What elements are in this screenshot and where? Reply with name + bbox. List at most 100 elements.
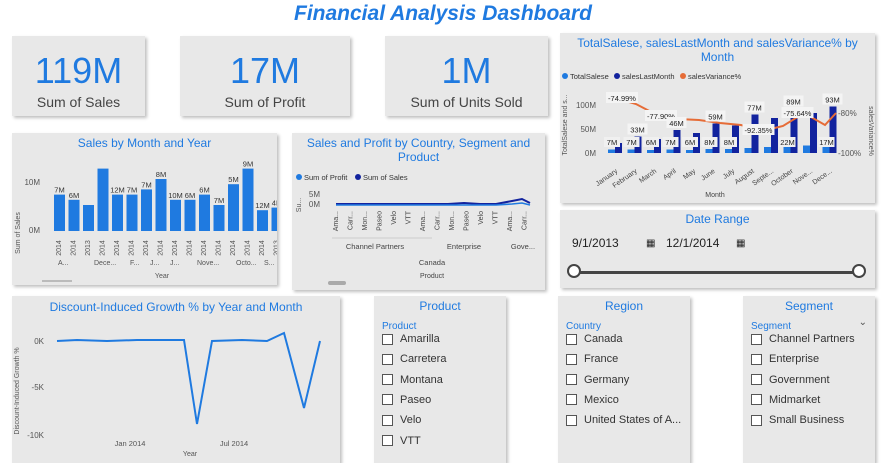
checkbox[interactable] (382, 374, 393, 386)
bar-total[interactable] (705, 149, 713, 153)
slicer-option[interactable]: Montana (382, 374, 443, 386)
bar[interactable] (228, 184, 239, 231)
slicer-option[interactable]: Amarilla (382, 333, 440, 345)
slider-start-handle[interactable] (567, 264, 581, 278)
discount-growth-chart[interactable]: Discount-Induced Growth % by Year and Mo… (12, 296, 340, 463)
variance-label: -74.99% (608, 94, 636, 103)
kpi-label: Sum of Units Sold (410, 94, 523, 110)
checkbox[interactable] (382, 435, 393, 446)
bar-total[interactable] (666, 149, 674, 154)
region-slicer[interactable]: Region Country Canada France Germany Mexico… (558, 296, 690, 463)
product-label: Mon... (449, 211, 456, 231)
checkbox[interactable] (382, 394, 393, 406)
legend-marker (614, 73, 620, 79)
growth-line (56, 331, 321, 425)
checkbox[interactable] (566, 333, 577, 345)
bar-total[interactable] (647, 150, 654, 153)
slicer-option[interactable]: France (566, 353, 618, 365)
slider-end-handle[interactable] (852, 264, 866, 278)
kpi-card-units[interactable]: 1M Sum of Units Sold (385, 36, 548, 116)
product-label: VTT (406, 210, 413, 224)
bar-total[interactable] (686, 150, 693, 153)
checkbox[interactable] (751, 333, 762, 345)
sales-profit-country-chart[interactable]: Sales and Profit by Country, Segment and… (292, 133, 545, 290)
checkbox[interactable] (382, 333, 393, 345)
bar[interactable] (242, 168, 254, 231)
slicer-option[interactable]: Paseo (382, 394, 431, 406)
segment-slicer[interactable]: Segment Segment ⌄ Channel Partners Enterp… (743, 296, 875, 463)
legend-variance: salesVariance% (688, 72, 742, 81)
checkbox[interactable] (382, 353, 393, 365)
bar[interactable] (112, 194, 123, 231)
checkbox[interactable] (566, 394, 577, 406)
bar[interactable] (170, 199, 181, 231)
kpi-card-sales[interactable]: 119M Sum of Sales (12, 36, 145, 116)
y-tick: 0M (309, 200, 320, 209)
bar[interactable] (141, 189, 152, 231)
bar[interactable] (184, 199, 196, 231)
slicer-title: Date Range (685, 212, 750, 226)
bar[interactable] (155, 179, 167, 231)
kpi-value: 119M (34, 50, 123, 91)
slicer-option[interactable]: Carretera (382, 353, 446, 365)
calendar-icon[interactable]: ▦ (736, 238, 745, 249)
end-date-input[interactable]: 12/1/2014 (666, 236, 719, 250)
bar[interactable] (199, 194, 210, 231)
slicer-header: Product (382, 321, 417, 332)
bar[interactable] (271, 207, 278, 231)
bar[interactable] (83, 205, 94, 231)
sales-by-month-chart[interactable]: Sales by Month and Year Sum of Sales 10M… (12, 133, 277, 285)
bar-total[interactable] (725, 149, 732, 153)
bar-total[interactable] (803, 145, 810, 154)
checkbox[interactable] (566, 374, 577, 386)
start-date-input[interactable]: 9/1/2013 (572, 236, 619, 250)
checkbox[interactable] (566, 414, 577, 426)
bar[interactable] (213, 205, 225, 231)
bar-total[interactable] (627, 149, 635, 154)
bar[interactable] (54, 194, 65, 231)
slicer-option[interactable]: VTT (382, 435, 421, 447)
bar[interactable] (97, 168, 109, 231)
bar-total[interactable] (764, 147, 771, 153)
slicer-option[interactable]: Enterprise (751, 353, 819, 365)
product-slicer[interactable]: Product Product Amarilla Carretera Montana… (374, 296, 506, 463)
combo-sales-chart[interactable]: TotalSalese, salesLastMonth and salesVar… (560, 33, 875, 203)
slicer-option[interactable]: United States of A... (566, 414, 681, 426)
checkbox[interactable] (382, 414, 393, 426)
checkbox[interactable] (751, 394, 762, 406)
slicer-option[interactable]: Mexico (566, 394, 619, 406)
year-label: 2014 (259, 240, 266, 256)
slicer-option[interactable]: Germany (566, 374, 629, 386)
slicer-option[interactable]: Midmarket (751, 394, 820, 406)
slicer-option[interactable]: Government (751, 374, 830, 386)
option-label: Montana (400, 373, 443, 386)
bar[interactable] (68, 199, 80, 231)
y-tick: 0K (34, 337, 44, 346)
year-label: 2014 (201, 240, 208, 256)
checkbox[interactable] (566, 353, 577, 365)
slicer-option[interactable]: Channel Partners (751, 333, 855, 345)
y-tick: -10K (27, 431, 45, 440)
bar-total[interactable] (744, 148, 752, 153)
date-range-slicer[interactable]: Date Range 9/1/2013 ▦ 12/1/2014 ▦ (560, 210, 875, 288)
bar[interactable] (126, 194, 138, 231)
chevron-down-icon[interactable]: ⌄ (859, 317, 867, 328)
year-label: 2014 (143, 240, 150, 256)
option-label: Government (769, 373, 830, 386)
bar-total[interactable] (608, 149, 615, 154)
slicer-option[interactable]: Small Business (751, 414, 844, 426)
product-label: Mon... (362, 211, 369, 231)
checkbox[interactable] (751, 353, 762, 365)
scrollbar[interactable] (42, 280, 72, 282)
calendar-icon[interactable]: ▦ (646, 238, 655, 249)
slicer-title: Segment (784, 299, 834, 313)
bar[interactable] (257, 210, 268, 231)
kpi-card-profit[interactable]: 17M Sum of Profit (180, 36, 350, 116)
slicer-option[interactable]: Velo (382, 414, 421, 426)
bar-last-month[interactable] (771, 118, 778, 153)
value-label: 6M (685, 138, 695, 147)
checkbox[interactable] (751, 414, 762, 426)
slicer-option[interactable]: Canada (566, 333, 623, 345)
checkbox[interactable] (751, 374, 762, 386)
scrollbar[interactable] (328, 281, 346, 285)
